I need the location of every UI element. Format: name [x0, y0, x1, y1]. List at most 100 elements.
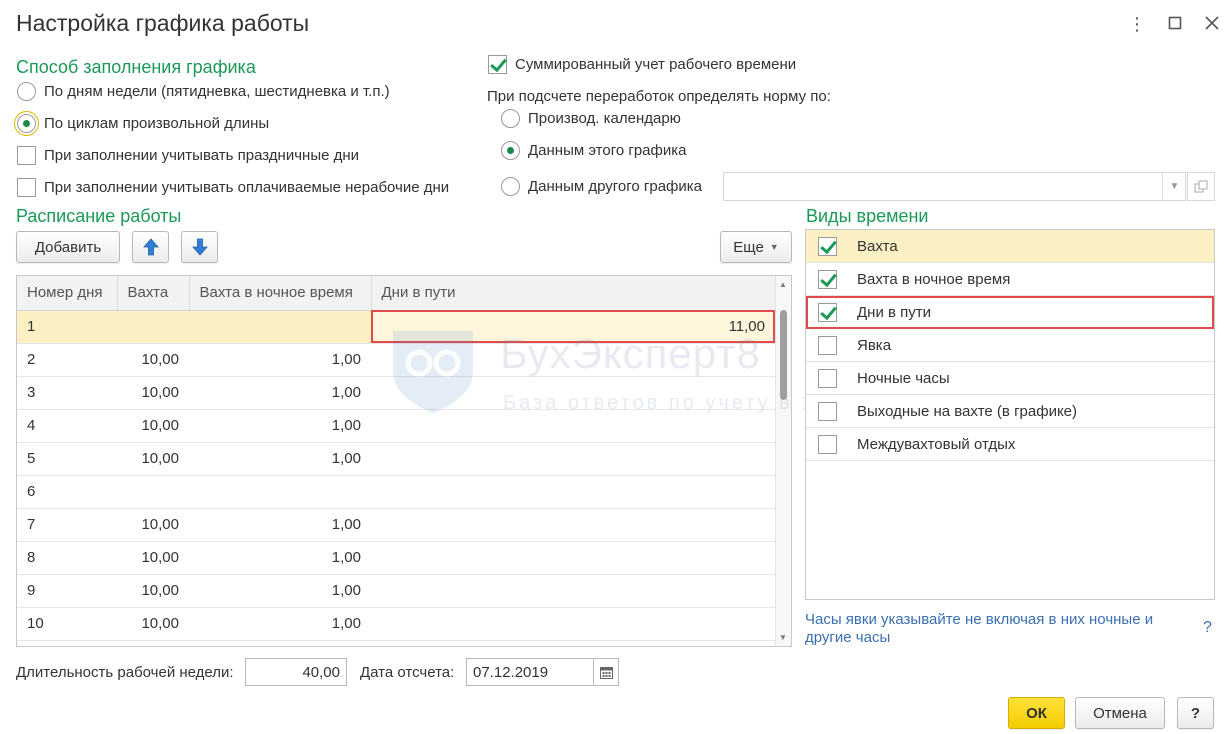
- holidays-checkbox-row[interactable]: При заполнении учитывать праздничные дни: [17, 146, 359, 165]
- time-type-travel-days[interactable]: Дни в пути: [806, 296, 1214, 329]
- cell-shift[interactable]: 10,00: [117, 607, 189, 641]
- cell-shift[interactable]: 10,00: [117, 442, 189, 476]
- table-row[interactable]: 10 10,00 1,00: [17, 607, 775, 641]
- cell-day[interactable]: 4: [17, 409, 117, 443]
- cell-day[interactable]: 6: [17, 475, 117, 509]
- time-type-shift-weekends[interactable]: Выходные на вахте (в графике): [806, 395, 1214, 428]
- move-down-button[interactable]: [181, 231, 218, 263]
- fill-method-title: Способ заполнения графика: [16, 57, 256, 77]
- cell-travel-days[interactable]: [371, 508, 775, 542]
- cell-day[interactable]: 5: [17, 442, 117, 476]
- table-row[interactable]: 9 10,00 1,00: [17, 574, 775, 608]
- cell-night-shift[interactable]: 1,00: [189, 541, 371, 575]
- time-type-night-hours[interactable]: Ночные часы: [806, 362, 1214, 395]
- cell-shift[interactable]: 10,00: [117, 343, 189, 377]
- cell-shift[interactable]: 10,00: [117, 574, 189, 608]
- column-header-night-shift[interactable]: Вахта в ночное время: [189, 276, 372, 311]
- column-header-shift[interactable]: Вахта: [117, 276, 190, 311]
- time-type-shift[interactable]: Вахта: [806, 230, 1214, 263]
- time-types-list[interactable]: Вахта Вахта в ночное время Дни в пути Яв…: [805, 229, 1215, 600]
- more-icon[interactable]: ⋮: [1125, 12, 1149, 36]
- summed-accounting-checkbox[interactable]: [488, 55, 507, 74]
- start-date-input[interactable]: 07.12.2019: [466, 658, 594, 686]
- cell-shift[interactable]: 10,00: [117, 541, 189, 575]
- cell-night-shift[interactable]: 1,00: [189, 343, 371, 377]
- cell-night-shift[interactable]: 1,00: [189, 574, 371, 608]
- time-type-inter-shift-rest[interactable]: Междувахтовый отдых: [806, 428, 1214, 461]
- ok-button[interactable]: ОК: [1008, 697, 1065, 729]
- calendar-icon[interactable]: [593, 658, 619, 686]
- maximize-icon[interactable]: [1163, 12, 1187, 36]
- cell-shift[interactable]: 10,00: [117, 409, 189, 443]
- cell-shift[interactable]: 10,00: [117, 508, 189, 542]
- other-schedule-input[interactable]: [723, 172, 1186, 201]
- cell-night-shift[interactable]: 1,00: [189, 409, 371, 443]
- time-type-travel-days-checkbox[interactable]: [818, 302, 837, 322]
- paid-nonwork-checkbox-row[interactable]: При заполнении учитывать оплачиваемые не…: [17, 178, 449, 197]
- cell-day[interactable]: 7: [17, 508, 117, 542]
- cell-day[interactable]: 1: [17, 310, 117, 344]
- cell-travel-days[interactable]: [371, 475, 775, 509]
- more-button[interactable]: Еще ▼: [720, 231, 792, 263]
- radio-other-schedule[interactable]: [501, 177, 520, 196]
- window-title: Настройка графика работы: [16, 10, 310, 36]
- cell-night-shift[interactable]: 1,00: [189, 442, 371, 476]
- time-type-inter-shift-rest-checkbox[interactable]: [818, 434, 837, 454]
- time-type-attendance-checkbox[interactable]: [818, 335, 837, 355]
- cell-shift[interactable]: [117, 475, 189, 509]
- cell-day[interactable]: 9: [17, 574, 117, 608]
- cell-travel-days[interactable]: [371, 442, 775, 476]
- cell-day[interactable]: 10: [17, 607, 117, 641]
- norm-option-other-schedule[interactable]: Данным другого графика: [501, 177, 702, 196]
- cell-night-shift[interactable]: 1,00: [189, 607, 371, 641]
- radio-calendar[interactable]: [501, 109, 520, 128]
- time-type-shift-checkbox[interactable]: [818, 236, 837, 256]
- cell-travel-days[interactable]: [371, 574, 775, 608]
- time-type-night-shift-checkbox[interactable]: [818, 269, 837, 289]
- cell-night-shift[interactable]: [189, 310, 371, 344]
- move-up-button[interactable]: [132, 231, 169, 263]
- radio-weekdays[interactable]: [17, 82, 36, 101]
- radio-cycles[interactable]: [14, 111, 39, 136]
- add-button[interactable]: Добавить: [16, 231, 120, 263]
- cell-travel-days[interactable]: [371, 607, 775, 641]
- week-length-input[interactable]: 40,00: [245, 658, 347, 686]
- scroll-down-icon[interactable]: ▼: [779, 633, 787, 642]
- close-icon[interactable]: [1200, 12, 1224, 36]
- dropdown-arrow-icon[interactable]: ▼: [1162, 173, 1186, 200]
- table-row[interactable]: 5 10,00 1,00: [17, 442, 775, 476]
- help-button[interactable]: ?: [1177, 697, 1214, 729]
- summed-accounting-row[interactable]: Суммированный учет рабочего времени: [488, 55, 796, 74]
- holidays-checkbox[interactable]: [17, 146, 36, 165]
- paid-nonwork-checkbox[interactable]: [17, 178, 36, 197]
- time-type-night-shift[interactable]: Вахта в ночное время: [806, 263, 1214, 296]
- table-row[interactable]: 8 10,00 1,00: [17, 541, 775, 575]
- column-header-travel-days[interactable]: Дни в пути: [371, 276, 776, 311]
- scroll-up-icon[interactable]: ▲: [779, 280, 787, 289]
- cell-night-shift[interactable]: 1,00: [189, 376, 371, 410]
- table-row[interactable]: 7 10,00 1,00: [17, 508, 775, 542]
- cell-day[interactable]: 2: [17, 343, 117, 377]
- cancel-button[interactable]: Отмена: [1075, 697, 1165, 729]
- time-type-attendance[interactable]: Явка: [806, 329, 1214, 362]
- cell-night-shift[interactable]: 1,00: [189, 508, 371, 542]
- cell-day[interactable]: 8: [17, 541, 117, 575]
- fill-option-cycles[interactable]: По циклам произвольной длины: [14, 111, 269, 136]
- scrollbar-thumb[interactable]: [780, 310, 787, 400]
- open-schedule-icon[interactable]: [1187, 172, 1215, 201]
- radio-this-schedule[interactable]: [501, 141, 520, 160]
- time-type-shift-weekends-checkbox[interactable]: [818, 401, 837, 421]
- hint-help-icon[interactable]: ?: [1203, 619, 1212, 637]
- norm-option-this-schedule[interactable]: Данным этого графика: [501, 141, 686, 160]
- cell-shift[interactable]: [117, 310, 189, 344]
- cell-night-shift[interactable]: [189, 475, 371, 509]
- fill-option-weekdays[interactable]: По дням недели (пятидневка, шестидневка …: [17, 82, 390, 101]
- cell-travel-days[interactable]: [371, 541, 775, 575]
- table-row[interactable]: 6: [17, 475, 775, 509]
- column-header-day[interactable]: Номер дня: [17, 276, 118, 311]
- cell-day[interactable]: 3: [17, 376, 117, 410]
- norm-option-calendar[interactable]: Производ. календарю: [501, 109, 681, 128]
- time-type-night-hours-checkbox[interactable]: [818, 368, 837, 388]
- cell-shift[interactable]: 10,00: [117, 376, 189, 410]
- table-scrollbar[interactable]: ▲ ▼: [775, 276, 791, 646]
